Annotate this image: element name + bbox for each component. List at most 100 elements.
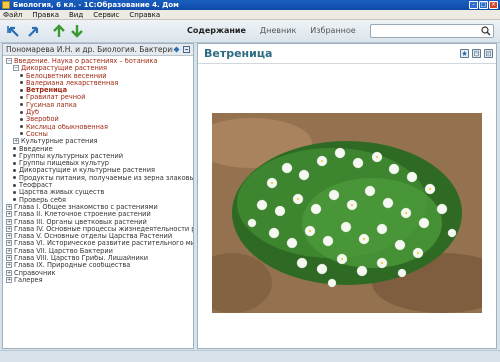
tab-diary[interactable]: Дневник <box>260 26 296 35</box>
tree-item-label: Глава IX. Природные сообщества <box>14 262 131 270</box>
tree-item[interactable]: − Дикорастущие растения <box>3 65 193 72</box>
tree-item[interactable]: + Глава V. Основные отделы Царства Растен… <box>3 233 193 240</box>
tree-item[interactable]: Теофраст <box>3 182 193 189</box>
close-button[interactable]: × <box>489 1 498 9</box>
article-header: Ветреница <box>198 44 496 64</box>
bullet-icon <box>13 168 16 172</box>
window-title: Биология, 6 кл. - 1С:Образование 4. Дом <box>13 1 179 9</box>
bullet-icon <box>13 198 16 202</box>
menu-view[interactable]: Вид <box>69 11 83 19</box>
contents-tree: − Введение. Наука о растениях – ботаника −… <box>3 56 193 348</box>
nav-tabs: Содержание Дневник Избранное <box>187 26 370 35</box>
expand-icon[interactable]: + <box>6 218 12 225</box>
tree-item-label: Группы пищевых культур <box>19 160 109 168</box>
tree-item[interactable]: + Глава VI. Историческое развитие растите… <box>3 240 193 247</box>
tree-item-label: Справочник <box>14 269 56 277</box>
tree-item[interactable]: Введение <box>3 146 193 153</box>
tree-item-label: Ветреница <box>26 87 68 95</box>
tree-item[interactable]: Сосны <box>3 131 193 138</box>
tree-item-label: Белоцветник весенний <box>26 72 107 80</box>
tree-item-label: Гравилат речной <box>26 94 86 102</box>
tree-item[interactable]: Белоцветник весенний <box>3 73 193 80</box>
bullet-icon <box>13 183 16 187</box>
tree-item[interactable]: Гусиная лапка <box>3 102 193 109</box>
back-to-start-icon[interactable] <box>6 24 20 38</box>
expand-icon[interactable]: + <box>6 262 12 269</box>
tree-item[interactable]: + Справочник <box>3 269 193 277</box>
tree-item[interactable]: + Культурные растения <box>3 138 193 145</box>
tree-item-label: Глава IV. Основные процессы жизнедеятель… <box>14 225 193 233</box>
tree-item[interactable]: + Глава VIII. Царство Грибы. Лишайники <box>3 255 193 262</box>
app-icon <box>2 1 10 9</box>
tree-item-label: Введение. Наука о растениях – ботаника <box>14 58 158 65</box>
tree-item[interactable]: Продукты питания, получаемые из зерна зл… <box>3 175 193 182</box>
toolbar: Содержание Дневник Избранное <box>0 20 500 43</box>
expand-icon[interactable]: + <box>6 211 12 218</box>
minimize-button[interactable]: – <box>469 1 478 9</box>
menu-file[interactable]: Файл <box>3 11 22 19</box>
expand-icon[interactable]: + <box>6 276 12 283</box>
bullet-icon <box>20 81 23 85</box>
menu-help[interactable]: Справка <box>129 11 160 19</box>
collapse-panel-icon[interactable] <box>183 46 190 53</box>
tree-item[interactable]: + Галерея <box>3 276 193 284</box>
tree-item[interactable]: + Глава IV. Основные процессы жизнедеятел… <box>3 225 193 233</box>
tree-item-label: Глава VIII. Царство Грибы. Лишайники <box>14 255 149 263</box>
tree-item-label: Проверь себя <box>19 196 67 204</box>
search-input[interactable] <box>371 25 479 37</box>
tree-item[interactable]: Валериана лекарственная <box>3 80 193 87</box>
bullet-icon <box>20 117 23 121</box>
tree-item[interactable]: Проверь себя <box>3 197 193 204</box>
bullet-icon <box>20 95 23 99</box>
search-icon[interactable] <box>481 26 491 36</box>
tree-item[interactable]: Кислица обыкновенная <box>3 124 193 131</box>
forward-icon[interactable] <box>26 24 40 38</box>
tree-item-label: Группы культурных растений <box>19 152 124 160</box>
down-arrow-icon[interactable] <box>70 24 84 38</box>
tree-item-label: Глава VI. Историческое развитие растител… <box>14 240 193 248</box>
expand-icon[interactable]: + <box>6 240 12 247</box>
menu-service[interactable]: Сервис <box>93 11 119 19</box>
favorite-star-icon[interactable] <box>460 49 469 58</box>
article-title: Ветреница <box>204 47 273 60</box>
tree-item[interactable]: Царства живых существ <box>3 189 193 196</box>
expand-icon[interactable]: + <box>6 255 12 262</box>
menu-bar: Файл Правка Вид Сервис Справка <box>0 10 500 20</box>
tree-item[interactable]: Ветреница <box>3 87 193 94</box>
tree-item-label: Культурные растения <box>21 138 98 146</box>
up-arrow-icon[interactable] <box>52 24 66 38</box>
expand-icon[interactable]: + <box>13 138 19 145</box>
tree-item[interactable]: Гравилат речной <box>3 94 193 101</box>
bullet-icon <box>13 161 16 165</box>
tree-item-label: Галерея <box>14 276 43 284</box>
tree-item[interactable]: + Глава IX. Природные сообщества <box>3 262 193 269</box>
maximize-button[interactable]: □ <box>479 1 488 9</box>
tree-item[interactable]: + Глава III. Органы цветковых растений <box>3 218 193 226</box>
collapse-icon[interactable]: − <box>6 58 12 64</box>
tree-item[interactable]: Группы пищевых культур <box>3 160 193 167</box>
tree-item[interactable]: Зверобой <box>3 116 193 123</box>
tree-item[interactable]: Группы культурных растений <box>3 153 193 160</box>
tree-item-label: Дикорастущие растения <box>21 65 108 73</box>
tree-item[interactable]: Дикорастущие и культурные растения <box>3 167 193 174</box>
collapse-icon[interactable]: − <box>13 65 19 72</box>
tree-item[interactable]: − Введение. Наука о растениях – ботаника <box>3 58 193 65</box>
expand-icon[interactable]: + <box>6 269 12 276</box>
notes-icon[interactable] <box>484 49 493 58</box>
print-icon[interactable] <box>472 49 481 58</box>
expand-icon[interactable]: + <box>6 225 12 232</box>
book-title: Пономарева И.Н. и др. Биология. Бактерии… <box>6 45 173 54</box>
pin-icon[interactable] <box>173 46 180 53</box>
tree-item-label: Дикорастущие и культурные растения <box>19 167 155 175</box>
tab-favorites[interactable]: Избранное <box>310 26 355 35</box>
menu-edit[interactable]: Правка <box>32 11 59 19</box>
tree-item[interactable]: + Глава VII. Царство Бактерии <box>3 247 193 255</box>
tab-contents[interactable]: Содержание <box>187 26 246 35</box>
tree-item-label: Глава VII. Царство Бактерии <box>14 247 113 255</box>
tree-item[interactable]: Дуб <box>3 109 193 116</box>
tree-item[interactable]: + Глава I. Общее знакомство с растениями <box>3 203 193 211</box>
expand-icon[interactable]: + <box>6 247 12 254</box>
tree-item[interactable]: + Глава II. Клеточное строение растений <box>3 211 193 218</box>
expand-icon[interactable]: + <box>6 233 12 240</box>
expand-icon[interactable]: + <box>6 203 12 210</box>
